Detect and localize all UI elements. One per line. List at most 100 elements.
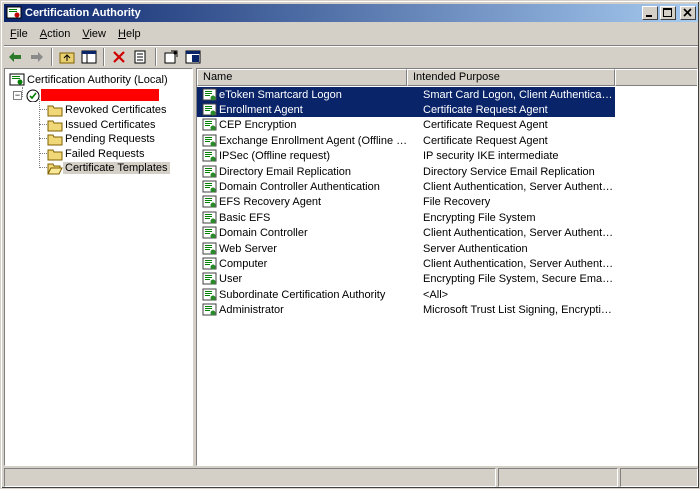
- template-name: Directory Email Replication: [219, 165, 352, 178]
- menu-bar: File Action View Help: [4, 24, 698, 44]
- table-row[interactable]: IPSec (Offline request) IP security IKE i…: [197, 149, 615, 164]
- toolbar-separator: [155, 47, 157, 66]
- tree-item-label: Issued Certificates: [65, 118, 156, 131]
- folder-icon: [47, 120, 63, 131]
- redacted-ca-name: [41, 88, 159, 101]
- intended-purpose: Client Authentication, Server Authentica…: [423, 257, 615, 270]
- minimize-button[interactable]: [642, 6, 658, 20]
- back-button[interactable]: [4, 47, 26, 67]
- tree-line: [39, 109, 47, 110]
- minimize-icon: [646, 15, 652, 17]
- show-hide-tree-button[interactable]: [78, 47, 100, 67]
- table-row[interactable]: Enrollment Agent Certificate Request Agen…: [197, 102, 615, 118]
- menu-view-label: View: [82, 28, 106, 40]
- tree-line: [22, 87, 23, 97]
- details-list[interactable]: Name Intended Purpose eToken Smartcard L…: [196, 68, 698, 466]
- certificate-template-icon: [202, 180, 217, 193]
- toolbar: [4, 45, 698, 67]
- certificate-template-icon: [202, 242, 217, 254]
- maximize-button[interactable]: [660, 6, 676, 20]
- certificate-template-icon: [202, 88, 217, 100]
- folder-icon: [47, 149, 63, 160]
- table-row[interactable]: Domain Controller Authentication Client A…: [197, 179, 615, 194]
- table-row[interactable]: Computer Client Authentication, Server Au…: [197, 256, 615, 271]
- forward-arrow-icon: [31, 51, 43, 62]
- menu-help[interactable]: Help: [112, 28, 147, 40]
- tree-line: [39, 167, 47, 168]
- intended-purpose: Microsoft Trust List Signing, Encrypting…: [423, 304, 615, 317]
- table-row[interactable]: Web Server Server Authentication: [197, 241, 615, 256]
- template-name: Basic EFS: [219, 211, 271, 224]
- table-row[interactable]: Domain Controller Client Authentication, …: [197, 226, 615, 241]
- intended-purpose: Client Authentication, Server Authentica…: [423, 227, 615, 240]
- table-row[interactable]: CEP Encryption Certificate Request Agent: [197, 118, 615, 133]
- delete-icon: [113, 50, 125, 63]
- toolbar-separator: [103, 47, 105, 66]
- export-list-button[interactable]: [130, 47, 152, 67]
- table-row[interactable]: Basic EFS Encrypting File System: [197, 210, 615, 225]
- window-title: Certification Authority: [25, 7, 141, 19]
- template-name: EFS Recovery Agent: [219, 196, 322, 209]
- intended-purpose: File Recovery: [423, 196, 491, 209]
- tree-line: [39, 124, 47, 125]
- up-one-level-button[interactable]: [56, 47, 78, 67]
- tree-item-failed-requests[interactable]: Failed Requests: [47, 146, 147, 161]
- toolbar-separator: [51, 47, 53, 66]
- tree-ca-node[interactable]: [25, 87, 159, 102]
- table-row[interactable]: Administrator Microsoft Trust List Signin…: [197, 303, 615, 318]
- menu-action[interactable]: Action: [34, 28, 77, 40]
- template-name: Domain Controller Authentication: [219, 180, 380, 193]
- certification-authority-icon: [9, 73, 25, 85]
- menu-help-label: Help: [118, 28, 141, 40]
- menu-view[interactable]: View: [76, 28, 112, 40]
- template-name: Subordinate Certification Authority: [219, 288, 386, 301]
- intended-purpose: Server Authentication: [423, 242, 528, 255]
- menu-file[interactable]: File: [4, 28, 34, 40]
- close-button[interactable]: [680, 6, 696, 20]
- column-header-name[interactable]: Name: [197, 69, 407, 86]
- folder-icon: [47, 134, 63, 145]
- column-header-intended-purpose[interactable]: Intended Purpose: [407, 69, 615, 86]
- certificate-template-icon: [202, 134, 217, 147]
- certificate-template-icon: [202, 195, 217, 208]
- table-row[interactable]: User Encrypting File System, Secure Email…: [197, 272, 615, 287]
- tree-item-pending-requests[interactable]: Pending Requests: [47, 131, 157, 146]
- table-row[interactable]: Directory Email Replication Directory Ser…: [197, 164, 615, 179]
- menu-file-label: File: [10, 28, 28, 40]
- table-row[interactable]: eToken Smartcard Logon Smart Card Logon, …: [197, 87, 615, 102]
- title-bar[interactable]: Certification Authority: [4, 4, 698, 22]
- template-name: eToken Smartcard Logon: [219, 88, 342, 101]
- forward-button[interactable]: [26, 47, 48, 67]
- tree-root[interactable]: Certification Authority (Local): [9, 72, 170, 87]
- properties-button[interactable]: [160, 47, 182, 67]
- certificate-template-icon: [202, 272, 217, 285]
- up-folder-icon: [59, 52, 75, 63]
- folder-icon: [47, 105, 63, 116]
- console-tree[interactable]: Certification Authority (Local) − Revoke…: [4, 68, 193, 466]
- table-row[interactable]: EFS Recovery Agent File Recovery: [197, 195, 615, 210]
- tree-item-revoked-certificates[interactable]: Revoked Certificates: [47, 102, 169, 117]
- help-button[interactable]: [182, 47, 204, 67]
- template-name: Administrator: [219, 304, 284, 317]
- ca-server-icon: [26, 89, 40, 102]
- tree-line: [39, 153, 47, 154]
- main-area: Certification Authority (Local) − Revoke…: [4, 68, 698, 466]
- certificate-template-icon: [202, 257, 217, 270]
- status-bar: [4, 468, 698, 487]
- delete-button[interactable]: [108, 47, 130, 67]
- status-pane-middle: [498, 468, 618, 487]
- tree-item-issued-certificates[interactable]: Issued Certificates: [47, 117, 157, 132]
- show-hide-tree-icon: [81, 50, 97, 63]
- collapse-toggle[interactable]: −: [13, 91, 22, 100]
- column-header-empty[interactable]: [615, 69, 697, 86]
- template-name: CEP Encryption: [219, 119, 297, 132]
- tree-item-certificate-templates[interactable]: Certificate Templates: [47, 160, 170, 175]
- list-header: Name Intended Purpose: [197, 69, 697, 86]
- template-name: Domain Controller: [219, 227, 308, 240]
- tree-item-label: Certificate Templates: [63, 161, 170, 174]
- tree-item-label: Revoked Certificates: [65, 103, 167, 116]
- table-row[interactable]: Exchange Enrollment Agent (Offline req..…: [197, 133, 615, 148]
- tree-line: [39, 138, 47, 139]
- table-row[interactable]: Subordinate Certification Authority <All>: [197, 287, 615, 302]
- certificate-icon: [6, 6, 22, 19]
